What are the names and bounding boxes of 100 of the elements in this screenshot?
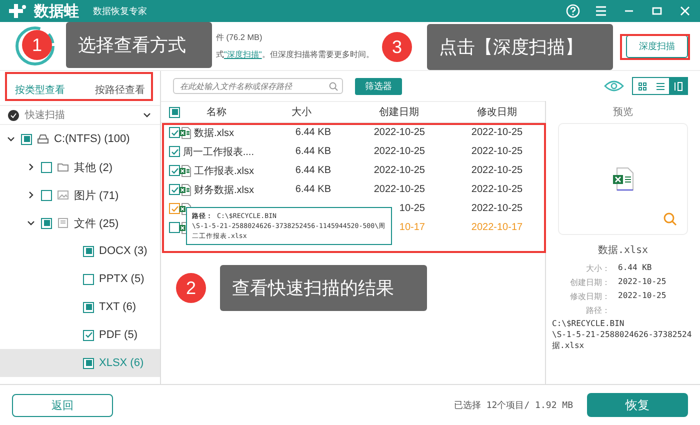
tree-item-label[interactable]: PPTX (5) bbox=[99, 273, 144, 285]
file-size: 6.44 KB bbox=[295, 184, 331, 195]
column-header[interactable]: 名称 bbox=[179, 105, 254, 119]
callout-label: 点击【深度扫描】 bbox=[427, 24, 613, 70]
detail-view-icon[interactable] bbox=[669, 78, 687, 94]
tree-item-label[interactable]: TXT (6) bbox=[99, 301, 136, 313]
modified-date: 2022-10-25 bbox=[471, 165, 523, 176]
file-size: 6.44 KB bbox=[295, 146, 331, 157]
help-icon[interactable] bbox=[566, 4, 580, 18]
quick-scan-label: 快速扫描 bbox=[25, 108, 65, 122]
column-header[interactable]: 创建日期 bbox=[349, 105, 449, 119]
highlight-frame bbox=[620, 34, 690, 60]
file-size: 6.44 KB bbox=[295, 165, 331, 176]
close-icon[interactable] bbox=[678, 4, 692, 18]
checkbox[interactable] bbox=[41, 162, 52, 172]
field-label: 创建日期： bbox=[569, 277, 610, 288]
logo-icon bbox=[8, 3, 28, 19]
checkbox[interactable] bbox=[169, 146, 180, 157]
created-date: 10-17 bbox=[399, 222, 425, 233]
chevron-icon[interactable] bbox=[6, 134, 16, 144]
step-number-badge: 3 bbox=[382, 32, 412, 62]
search-icon bbox=[329, 82, 338, 90]
checkbox[interactable] bbox=[83, 330, 94, 340]
tree-item-label[interactable]: C:(NTFS) (100) bbox=[54, 133, 130, 145]
filter-button[interactable]: 筛选器 bbox=[355, 78, 402, 94]
file-size: 6.44 KB bbox=[295, 127, 331, 138]
checkbox[interactable] bbox=[169, 222, 180, 233]
tree-item-label[interactable]: 图片 (71) bbox=[74, 188, 119, 202]
menu-icon[interactable] bbox=[594, 4, 608, 18]
scan-summary-text: 件 (76.2 MB) bbox=[216, 32, 264, 44]
checkbox[interactable] bbox=[83, 246, 94, 256]
tree-item-label[interactable]: 文件 (25) bbox=[74, 216, 119, 230]
created-date: 2022-10-25 bbox=[374, 146, 425, 157]
view-tab[interactable]: 按类型查看 bbox=[9, 79, 71, 101]
created-date: 2022-10-25 bbox=[374, 184, 425, 195]
checkbox[interactable] bbox=[83, 302, 94, 312]
tree-item-label[interactable]: PDF (5) bbox=[99, 329, 138, 341]
eye-icon[interactable] bbox=[604, 80, 624, 92]
preview-title: 预览 bbox=[613, 106, 633, 119]
column-header[interactable]: 大小 bbox=[254, 105, 349, 119]
drive-icon bbox=[37, 133, 49, 145]
created-date: 2022-10-25 bbox=[374, 127, 425, 138]
callout-label: 查看快速扫描的结果 bbox=[220, 265, 427, 311]
field-label: 大小： bbox=[585, 263, 610, 274]
field-value: 2022-10-25 bbox=[618, 291, 668, 302]
image-icon bbox=[57, 189, 69, 201]
preview-file-name: 数据.xlsx bbox=[598, 244, 648, 257]
chevron-icon[interactable] bbox=[142, 110, 152, 120]
file-name: 财务数据.xlsx bbox=[194, 184, 254, 196]
checkbox[interactable] bbox=[41, 190, 52, 200]
file-name: 数据.xlsx bbox=[194, 126, 234, 140]
field-label: 修改日期： bbox=[569, 291, 610, 302]
view-tab[interactable]: 按路径查看 bbox=[89, 79, 151, 101]
checkbox[interactable] bbox=[83, 274, 94, 284]
checkbox[interactable] bbox=[169, 106, 180, 118]
checkbox[interactable] bbox=[21, 134, 32, 144]
search-field[interactable]: 在此处输入文件名称或保存路径 bbox=[173, 78, 343, 94]
app-name: 数据蛙 bbox=[34, 2, 79, 20]
tree-item-label[interactable]: DOCX (3) bbox=[99, 245, 148, 257]
chevron-icon[interactable] bbox=[26, 162, 36, 172]
file-name: 周一工作报表.... bbox=[182, 146, 254, 158]
zoom-icon[interactable] bbox=[663, 212, 677, 226]
callout-label: 选择查看方式 bbox=[66, 22, 212, 68]
deep-scan-button[interactable]: 深度扫描 bbox=[626, 34, 688, 58]
folder-icon bbox=[57, 161, 69, 173]
field-value: 6.44 KB bbox=[618, 263, 653, 274]
file-name: 工作报表.xlsx bbox=[194, 164, 254, 178]
back-button[interactable]: 返回 bbox=[12, 394, 113, 416]
modified-date: 2022-10-25 bbox=[471, 184, 523, 195]
app-subtitle: 数据恢复专家 bbox=[93, 4, 147, 18]
field-label: 路径： bbox=[585, 305, 610, 316]
step-number-badge: 2 bbox=[176, 273, 206, 303]
check-circle-icon bbox=[8, 110, 19, 120]
column-header[interactable]: 修改日期 bbox=[449, 105, 545, 119]
selection-status: 已选择 12个项目/ 1.92 MB bbox=[454, 400, 573, 412]
deep-scan-link[interactable]: "深度扫描" bbox=[224, 50, 262, 59]
modified-date: 2022-10-25 bbox=[471, 127, 523, 138]
modified-date: 2022-10-25 bbox=[471, 146, 523, 157]
modified-date: 2022-10-25 bbox=[471, 203, 523, 214]
tree-item-label[interactable]: 其他 (2) bbox=[74, 160, 112, 174]
spreadsheet-file-icon bbox=[612, 167, 634, 191]
preview-path: C:\$RECYCLE.BIN \S-1-5-21-2588024626-37382524 据.xlsx bbox=[552, 318, 693, 351]
document-icon bbox=[57, 217, 69, 229]
checkbox[interactable] bbox=[169, 184, 180, 195]
modified-date: 2022-10-17 bbox=[471, 222, 523, 233]
checkbox[interactable] bbox=[169, 127, 180, 138]
step-number-badge: 1 bbox=[22, 30, 52, 60]
checkbox[interactable] bbox=[169, 203, 180, 214]
checkbox[interactable] bbox=[169, 165, 180, 176]
recover-button[interactable]: 恢复 bbox=[587, 393, 688, 417]
spreadsheet-file-icon bbox=[179, 164, 191, 176]
scan-hint-text: 式"深度扫描"。但深度扫描将需要更多时间。 bbox=[216, 49, 374, 61]
checkbox[interactable] bbox=[83, 358, 94, 368]
chevron-icon[interactable] bbox=[26, 190, 36, 200]
spreadsheet-file-icon bbox=[179, 184, 191, 196]
spreadsheet-file-icon bbox=[179, 126, 191, 138]
created-date: 2022-10-25 bbox=[374, 165, 425, 176]
checkbox[interactable] bbox=[41, 218, 52, 228]
chevron-icon[interactable] bbox=[26, 218, 36, 228]
progress-ring-icon bbox=[14, 25, 56, 67]
